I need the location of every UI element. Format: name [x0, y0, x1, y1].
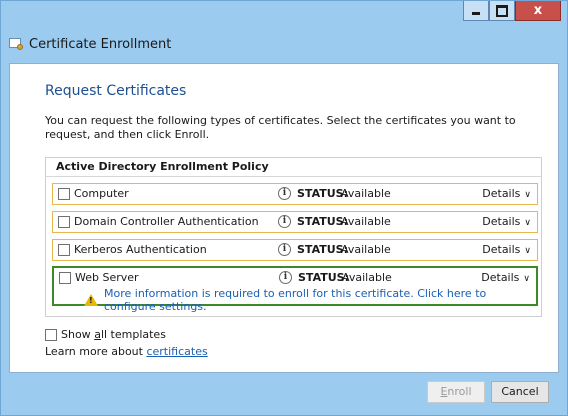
kerberos-checkbox[interactable]	[58, 244, 70, 256]
certificate-row-kerberos[interactable]: Kerberos Authentication i STATUS: Availa…	[52, 239, 538, 261]
enrollment-policy-group: Active Directory Enrollment Policy Compu…	[45, 157, 542, 317]
learn-more: Learn more about certificates	[45, 345, 208, 358]
label-accelerator: a	[94, 328, 101, 341]
wizard-content: Request Certificates You can request the…	[9, 63, 559, 373]
certificate-row-domain-controller[interactable]: Domain Controller Authentication i STATU…	[52, 211, 538, 233]
certificate-label: Domain Controller Authentication	[74, 215, 259, 228]
certificate-label: Web Server	[75, 271, 139, 284]
learn-more-text: Learn more about	[45, 345, 147, 358]
show-all-templates-label: Show all templates	[61, 328, 166, 341]
configure-settings-warning: ! More information is required to enroll…	[84, 287, 536, 313]
show-all-templates-checkbox[interactable]	[45, 328, 57, 341]
computer-checkbox[interactable]	[58, 188, 70, 200]
certificate-row-web-server[interactable]: Web Server i STATUS: Available Details ∨ …	[52, 266, 538, 313]
wizard-header: Certificate Enrollment	[1, 29, 567, 59]
certificates-link[interactable]: certificates	[146, 345, 207, 358]
info-icon: i	[278, 187, 291, 200]
chevron-down-icon: ∨	[524, 190, 531, 200]
details-toggle[interactable]: Details ∨	[482, 215, 531, 228]
details-toggle[interactable]: Details ∨	[481, 271, 530, 284]
details-toggle[interactable]: Details ∨	[482, 187, 531, 200]
chevron-down-icon: ∨	[523, 274, 530, 284]
enroll-label: nroll	[447, 385, 472, 398]
label-suffix: ll templates	[100, 328, 166, 341]
info-icon: i	[279, 271, 292, 284]
close-button[interactable]: x	[515, 1, 561, 21]
certificate-enrollment-window: x Certificate Enrollment Request Certifi…	[0, 0, 568, 416]
window-title: Certificate Enrollment	[29, 36, 172, 52]
domain-controller-checkbox[interactable]	[58, 216, 70, 228]
certificate-label: Computer	[74, 187, 129, 200]
status-value: Available	[341, 187, 391, 200]
status-value: Available	[341, 215, 391, 228]
chevron-down-icon: ∨	[524, 246, 531, 256]
status-value: Available	[342, 271, 392, 284]
web-server-checkbox[interactable]	[59, 272, 71, 284]
footer: Enroll Cancel	[1, 373, 567, 415]
warning-icon: !	[84, 294, 98, 306]
chevron-down-icon: ∨	[524, 218, 531, 228]
details-label: Details	[482, 243, 521, 256]
configure-settings-link[interactable]: More information is required to enroll f…	[104, 287, 536, 313]
policy-header: Active Directory Enrollment Policy	[46, 158, 541, 177]
info-icon: i	[278, 215, 291, 228]
intro-text: You can request the following types of c…	[45, 114, 516, 141]
page-heading: Request Certificates	[45, 83, 187, 99]
info-icon: i	[278, 243, 291, 256]
cancel-button[interactable]: Cancel	[491, 381, 549, 403]
certificate-label: Kerberos Authentication	[74, 243, 207, 256]
details-label: Details	[482, 187, 521, 200]
enroll-button[interactable]: Enroll	[427, 381, 485, 403]
details-label: Details	[482, 215, 521, 228]
certificate-row-computer[interactable]: Computer i STATUS: Available Details ∨	[52, 183, 538, 205]
certificate-icon	[9, 38, 23, 50]
minimize-button[interactable]	[463, 1, 489, 21]
details-label: Details	[481, 271, 520, 284]
caption-buttons: x	[463, 1, 561, 23]
title-bar: x	[1, 1, 567, 29]
show-all-templates[interactable]: Show all templates	[45, 328, 166, 341]
details-toggle[interactable]: Details ∨	[482, 243, 531, 256]
status-value: Available	[341, 243, 391, 256]
maximize-button[interactable]	[489, 1, 515, 21]
label-prefix: Show	[61, 328, 95, 341]
